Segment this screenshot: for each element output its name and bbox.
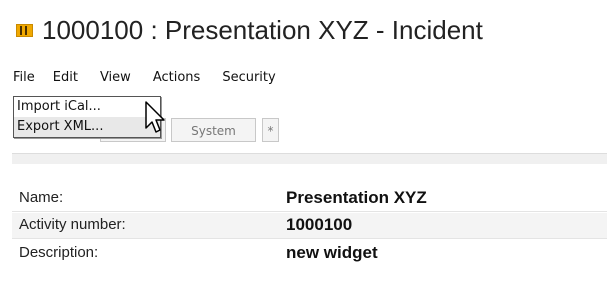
mouse-pointer-icon [145,101,165,133]
menu-security[interactable]: Security [222,70,275,85]
detail-row-activity-number: Activity number: 1000100 [12,213,607,239]
detail-row-description: Description: new widget [12,241,607,267]
incident-flag-icon [14,21,34,39]
detail-value: 1000100 [286,215,353,234]
menu-file[interactable]: File [13,70,35,85]
menu-item-import-ical[interactable]: Import iCal... [14,97,160,117]
file-menu-dropdown: Import iCal... Export XML... [13,96,161,138]
menu-actions[interactable]: Actions [153,70,201,85]
menu-item-export-xml[interactable]: Export XML... [14,117,160,137]
detail-label: Name: [19,189,64,206]
menu-bar: File Edit View Actions Security [13,66,298,88]
detail-label: Description: [19,244,99,261]
star-button[interactable]: * [262,118,279,142]
detail-value: Presentation XYZ [286,188,427,207]
window-title: 1000100 : Presentation XYZ - Incident [14,8,483,52]
menu-edit[interactable]: Edit [53,70,78,85]
system-button[interactable]: System [171,118,256,142]
detail-row-name: Name: Presentation XYZ [12,186,607,212]
menu-view[interactable]: View [100,70,131,85]
page-title: 1000100 : Presentation XYZ - Incident [42,14,483,45]
section-divider [12,153,607,164]
detail-label: Activity number: [19,216,126,233]
detail-value: new widget [286,243,378,262]
